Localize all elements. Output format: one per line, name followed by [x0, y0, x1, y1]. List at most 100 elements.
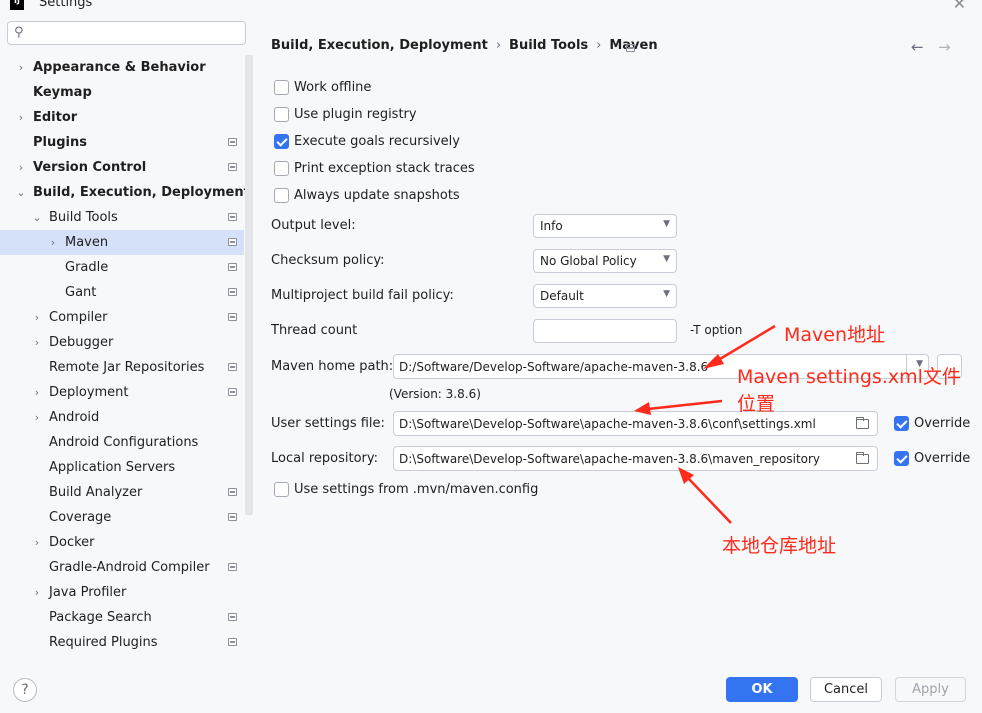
sidebar-item-java-profiler[interactable]: › Java Profiler [0, 580, 244, 605]
annotation-local-repo: 本地仓库地址 [722, 535, 837, 557]
breadcrumb-item[interactable]: Build Tools [509, 38, 588, 53]
project-scope-icon [228, 263, 237, 271]
sidebar-item-build-tools[interactable]: ⌄ Build Tools [0, 205, 244, 230]
sidebar-item-docker[interactable]: › Docker [0, 530, 244, 555]
fail-policy-select[interactable]: Default ▼ [533, 284, 677, 308]
sidebar-item-android[interactable]: › Android [0, 405, 244, 430]
apply-button[interactable]: Apply [895, 677, 966, 702]
close-icon[interactable]: ✕ [953, 0, 966, 13]
chevron-right-icon[interactable]: › [32, 380, 42, 405]
sidebar-item-label: Required Plugins [49, 635, 158, 650]
sidebar-item-gradle[interactable]: Gradle [0, 255, 244, 280]
chevron-right-icon[interactable]: › [32, 580, 42, 605]
search-input[interactable] [34, 24, 239, 42]
user-settings-label: User settings file: [271, 416, 385, 431]
chevron-right-icon[interactable]: › [48, 230, 58, 255]
chevron-down-icon: ▼ [663, 254, 670, 264]
checkbox-box[interactable] [274, 482, 289, 497]
back-arrow-icon[interactable]: ← [911, 38, 924, 56]
project-scope-icon [228, 213, 237, 221]
breadcrumb-item[interactable]: Build, Execution, Deployment [271, 38, 488, 53]
sidebar-item-maven[interactable]: › Maven [0, 230, 244, 255]
sidebar-item-label: Docker [49, 535, 95, 550]
chevron-right-icon[interactable]: › [32, 405, 42, 430]
chevron-right-icon[interactable]: › [16, 55, 26, 80]
window-title: Settings [39, 0, 93, 10]
settings-search[interactable]: ⚲ [7, 21, 246, 45]
help-button[interactable]: ? [13, 678, 37, 702]
checkbox-box[interactable] [274, 80, 289, 95]
sidebar-item-application-servers[interactable]: Application Servers [0, 455, 244, 480]
folder-icon[interactable] [856, 452, 869, 464]
sidebar-item-build-execution-deployment[interactable]: ⌄ Build, Execution, Deployment [0, 180, 249, 205]
sidebar-item-label: Java Profiler [49, 585, 127, 600]
checksum-policy-label: Checksum policy: [271, 253, 385, 268]
chevron-down-icon[interactable]: ⌄ [16, 180, 26, 205]
checkbox-box[interactable] [274, 134, 289, 149]
select-value: Info [540, 219, 563, 233]
sidebar-scrollbar[interactable] [245, 55, 253, 515]
sidebar-item-label: Coverage [49, 510, 112, 525]
sidebar-item-android-configurations[interactable]: Android Configurations [0, 430, 244, 455]
breadcrumb-separator: › [596, 38, 602, 53]
sidebar-item-label: Editor [33, 110, 78, 125]
chevron-right-icon[interactable]: › [32, 305, 42, 330]
checkbox-box[interactable] [894, 416, 909, 431]
maven-home-label: Maven home path: [271, 359, 394, 374]
sidebar-item-label: Version Control [33, 160, 147, 175]
checkbox-label: Always update snapshots [294, 188, 460, 203]
ok-button[interactable]: OK [726, 677, 798, 702]
chevron-down-icon: ▼ [663, 219, 670, 229]
chevron-right-icon[interactable]: › [32, 330, 42, 355]
sidebar-item-label: Maven [65, 235, 109, 250]
sidebar-item-label: Keymap [33, 85, 92, 100]
checkbox-box[interactable] [274, 188, 289, 203]
checkbox-box[interactable] [274, 107, 289, 122]
cancel-button[interactable]: Cancel [810, 677, 882, 702]
sidebar-item-editor[interactable]: › Editor [0, 105, 244, 130]
sidebar-item-coverage[interactable]: Coverage [0, 505, 244, 530]
chevron-right-icon[interactable]: › [32, 530, 42, 555]
sidebar-item-label: Gant [65, 285, 97, 300]
sidebar-item-compiler[interactable]: › Compiler [0, 305, 244, 330]
project-scope-icon [228, 288, 237, 296]
checkbox-label: Print exception stack traces [294, 161, 475, 176]
sidebar-item-gant[interactable]: Gant [0, 280, 244, 305]
title-bar: IJ Settings ✕ [0, 0, 982, 14]
sidebar-item-package-search[interactable]: Package Search [0, 605, 244, 630]
thread-count-label: Thread count [271, 323, 358, 338]
checkbox-box[interactable] [274, 161, 289, 176]
chevron-down-icon: ▼ [663, 289, 670, 299]
output-level-select[interactable]: Info ▼ [533, 214, 677, 238]
sidebar-item-keymap[interactable]: Keymap [0, 80, 244, 105]
project-scope-icon [228, 363, 237, 371]
sidebar-item-label: Debugger [49, 335, 114, 350]
checkbox-box[interactable] [894, 451, 909, 466]
sidebar-item-remote-jar-repositories[interactable]: Remote Jar Repositories [0, 355, 244, 380]
forward-arrow-icon[interactable]: → [938, 38, 951, 56]
project-scope-icon [228, 488, 237, 496]
chevron-right-icon[interactable]: › [16, 155, 26, 180]
sidebar-item-version-control[interactable]: › Version Control [0, 155, 244, 180]
thread-count-input[interactable] [533, 319, 677, 343]
intellij-icon: IJ [10, 0, 24, 10]
folder-icon[interactable] [856, 417, 869, 429]
sidebar-item-required-plugins[interactable]: Required Plugins [0, 630, 244, 655]
checkbox-label: Use plugin registry [294, 107, 417, 122]
project-scope-icon [228, 313, 237, 321]
sidebar-item-plugins[interactable]: Plugins [0, 130, 244, 155]
sidebar-item-label: Compiler [49, 310, 108, 325]
arrow-local-repo [687, 477, 732, 524]
sidebar-item-deployment[interactable]: › Deployment [0, 380, 244, 405]
sidebar-item-build-analyzer[interactable]: Build Analyzer [0, 480, 244, 505]
output-level-label: Output level: [271, 218, 356, 233]
sidebar-item-gradle-android-compiler[interactable]: Gradle-Android Compiler [0, 555, 244, 580]
checksum-policy-select[interactable]: No Global Policy ▼ [533, 249, 677, 273]
project-scope-icon [228, 613, 237, 621]
user-settings-input[interactable]: D:\Software\Develop-Software\apache-mave… [393, 411, 878, 436]
chevron-down-icon[interactable]: ⌄ [32, 205, 42, 230]
local-repo-input[interactable]: D:\Software\Develop-Software\apache-mave… [393, 446, 878, 471]
sidebar-item-appearance-behavior[interactable]: › Appearance & Behavior [0, 55, 244, 80]
chevron-right-icon[interactable]: › [16, 105, 26, 130]
sidebar-item-debugger[interactable]: › Debugger [0, 330, 244, 355]
